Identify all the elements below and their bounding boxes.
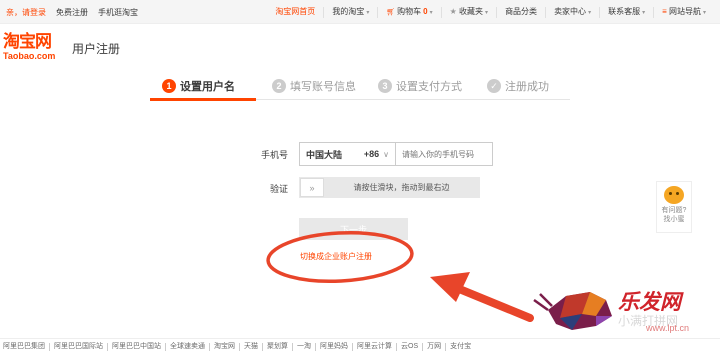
top-nav-item-label: 我的淘宝 <box>332 7 365 16</box>
top-nav-item[interactable]: ≡ 网站导航 ▾ <box>653 7 714 18</box>
arrow-head <box>430 272 470 302</box>
top-nav-item-label: 购物车 <box>397 7 422 16</box>
step-label: 设置支付方式 <box>396 81 462 93</box>
check-circle-icon: ✓ <box>487 79 501 93</box>
top-nav-item-label: 联系客服 <box>608 7 641 16</box>
step-label: 设置用户名 <box>180 81 235 93</box>
top-nav-bar: 亲，请登录 免费注册 手机逛淘宝 淘宝网首页 我的淘宝 ▾ 🛒︎ 购物车 0 ▾ ★ 收藏夹… <box>0 0 720 24</box>
top-nav-item-label: 商品分类 <box>505 7 538 16</box>
phone-label: 手机号 <box>260 150 288 160</box>
free-register-link[interactable]: 免费注册 <box>56 7 88 18</box>
caret-down-icon: ▾ <box>702 10 706 16</box>
footer-link[interactable]: 全球速卖通 <box>165 343 209 351</box>
logo-text-cn: 淘宝网 <box>3 32 52 52</box>
top-nav-item[interactable]: 我的淘宝 ▾ <box>323 7 377 18</box>
footer-link[interactable]: 支付宝 <box>445 343 475 351</box>
assistant-avatar-icon <box>664 186 684 204</box>
page-title: 用户注册 <box>72 42 121 56</box>
cart-icon: 🛒︎ <box>386 9 398 16</box>
caret-down-icon: ▾ <box>429 10 433 16</box>
step-number-badge: 3 <box>378 79 392 93</box>
footer-link[interactable]: 阿里云计算 <box>352 343 396 351</box>
top-nav-item[interactable]: 🛒︎ 购物车 0 ▾ <box>377 7 440 18</box>
step-label: 注册成功 <box>505 81 549 93</box>
country-code: +86 <box>363 149 380 159</box>
verify-label: 验证 <box>269 184 288 194</box>
top-nav-item-label: 淘宝网首页 <box>275 7 316 16</box>
caret-down-icon: ▾ <box>588 10 592 16</box>
footer-link[interactable]: 阿里巴巴集团 <box>3 343 49 351</box>
cart-count-badge: 0 <box>423 7 428 16</box>
login-link[interactable]: 亲，请登录 <box>6 7 46 18</box>
footer-link[interactable]: 聚划算 <box>262 343 292 351</box>
step-label: 填写账号信息 <box>290 81 356 93</box>
mobile-taobao-link[interactable]: 手机逛淘宝 <box>98 7 138 18</box>
top-nav-right: 淘宝网首页 我的淘宝 ▾ 🛒︎ 购物车 0 ▾ ★ 收藏夹 ▾ 商品分类 卖家中心 ▾ 联系客服 ▾ ≡ … <box>267 7 714 18</box>
top-nav-item[interactable]: 商品分类 <box>496 7 545 18</box>
footer-link[interactable]: 天猫 <box>239 343 262 351</box>
footer-link[interactable]: 阿里巴巴国际站 <box>49 343 107 351</box>
next-button[interactable]: 下一步 <box>299 218 408 240</box>
footer-link[interactable]: 云OS <box>396 343 422 351</box>
footer-link[interactable]: 万网 <box>422 343 445 351</box>
step-number-badge: 2 <box>272 79 286 93</box>
logo-text-en: Taobao.com <box>3 51 56 61</box>
slider-hint-text: 请按住滑块，拖动到最右边 <box>353 183 450 192</box>
chevron-down-icon: ∨ <box>383 149 389 159</box>
step-4: ✓ 注册成功 <box>487 78 549 94</box>
step-number-badge: 1 <box>162 79 176 93</box>
star-icon: ★ <box>449 7 460 16</box>
country-name: 中国大陆 <box>306 149 343 160</box>
bull-logo-icon <box>533 292 612 330</box>
footer-links: 阿里巴巴集团 阿里巴巴国际站 阿里巴巴中国站 全球速卖通 淘宝网 天猫 聚划算 一淘 阿里妈妈阿… <box>0 338 720 355</box>
help-line-2: 找小蜜 <box>663 216 685 223</box>
top-nav-item[interactable]: 卖家中心 ▾ <box>545 7 599 18</box>
steps-progress-bar <box>150 98 256 101</box>
phone-input[interactable] <box>396 142 493 166</box>
enterprise-register-link[interactable]: 切换成企业账户注册 <box>300 251 372 262</box>
help-line-1: 有问题? <box>661 207 687 214</box>
top-nav-item[interactable]: ★ 收藏夹 ▾ <box>440 7 496 18</box>
top-nav-item-label: 网站导航 <box>668 7 701 16</box>
top-nav-item[interactable]: 联系客服 ▾ <box>599 7 653 18</box>
footer-link[interactable]: 淘宝网 <box>209 343 239 351</box>
country-select[interactable]: 中国大陆 +86 ∨ <box>299 142 396 166</box>
taobao-logo[interactable]: 淘宝网 Taobao.com <box>3 32 67 61</box>
caret-down-icon: ▾ <box>642 10 646 16</box>
step-3: 3 设置支付方式 <box>378 78 462 94</box>
slide-verify-track: » 请按住滑块，拖动到最右边 <box>299 177 480 198</box>
top-nav-item[interactable]: 淘宝网首页 <box>267 7 323 18</box>
top-nav-left: 亲，请登录 免费注册 手机逛淘宝 <box>6 7 138 18</box>
caret-down-icon: ▾ <box>366 10 370 16</box>
step-2: 2 填写账号信息 <box>272 78 356 94</box>
watermark-url: www.lpt.cn <box>646 323 690 333</box>
footer-link[interactable]: 阿里巴巴中国站 <box>107 343 165 351</box>
arrow-shaft <box>448 282 534 322</box>
footer-link[interactable]: 一淘 <box>292 343 315 351</box>
slider-handle[interactable]: » <box>300 178 324 197</box>
caret-down-icon: ▾ <box>485 10 489 16</box>
top-nav-item-label: 收藏夹 <box>459 7 484 16</box>
step-1: 1 设置用户名 <box>162 78 235 94</box>
menu-icon: ≡ <box>662 7 669 16</box>
double-chevron-right-icon: » <box>309 182 315 193</box>
footer-link[interactable]: 阿里妈妈 <box>315 343 352 351</box>
help-widget[interactable]: 有问题? 找小蜜 <box>656 181 692 233</box>
top-nav-item-label: 卖家中心 <box>554 7 587 16</box>
